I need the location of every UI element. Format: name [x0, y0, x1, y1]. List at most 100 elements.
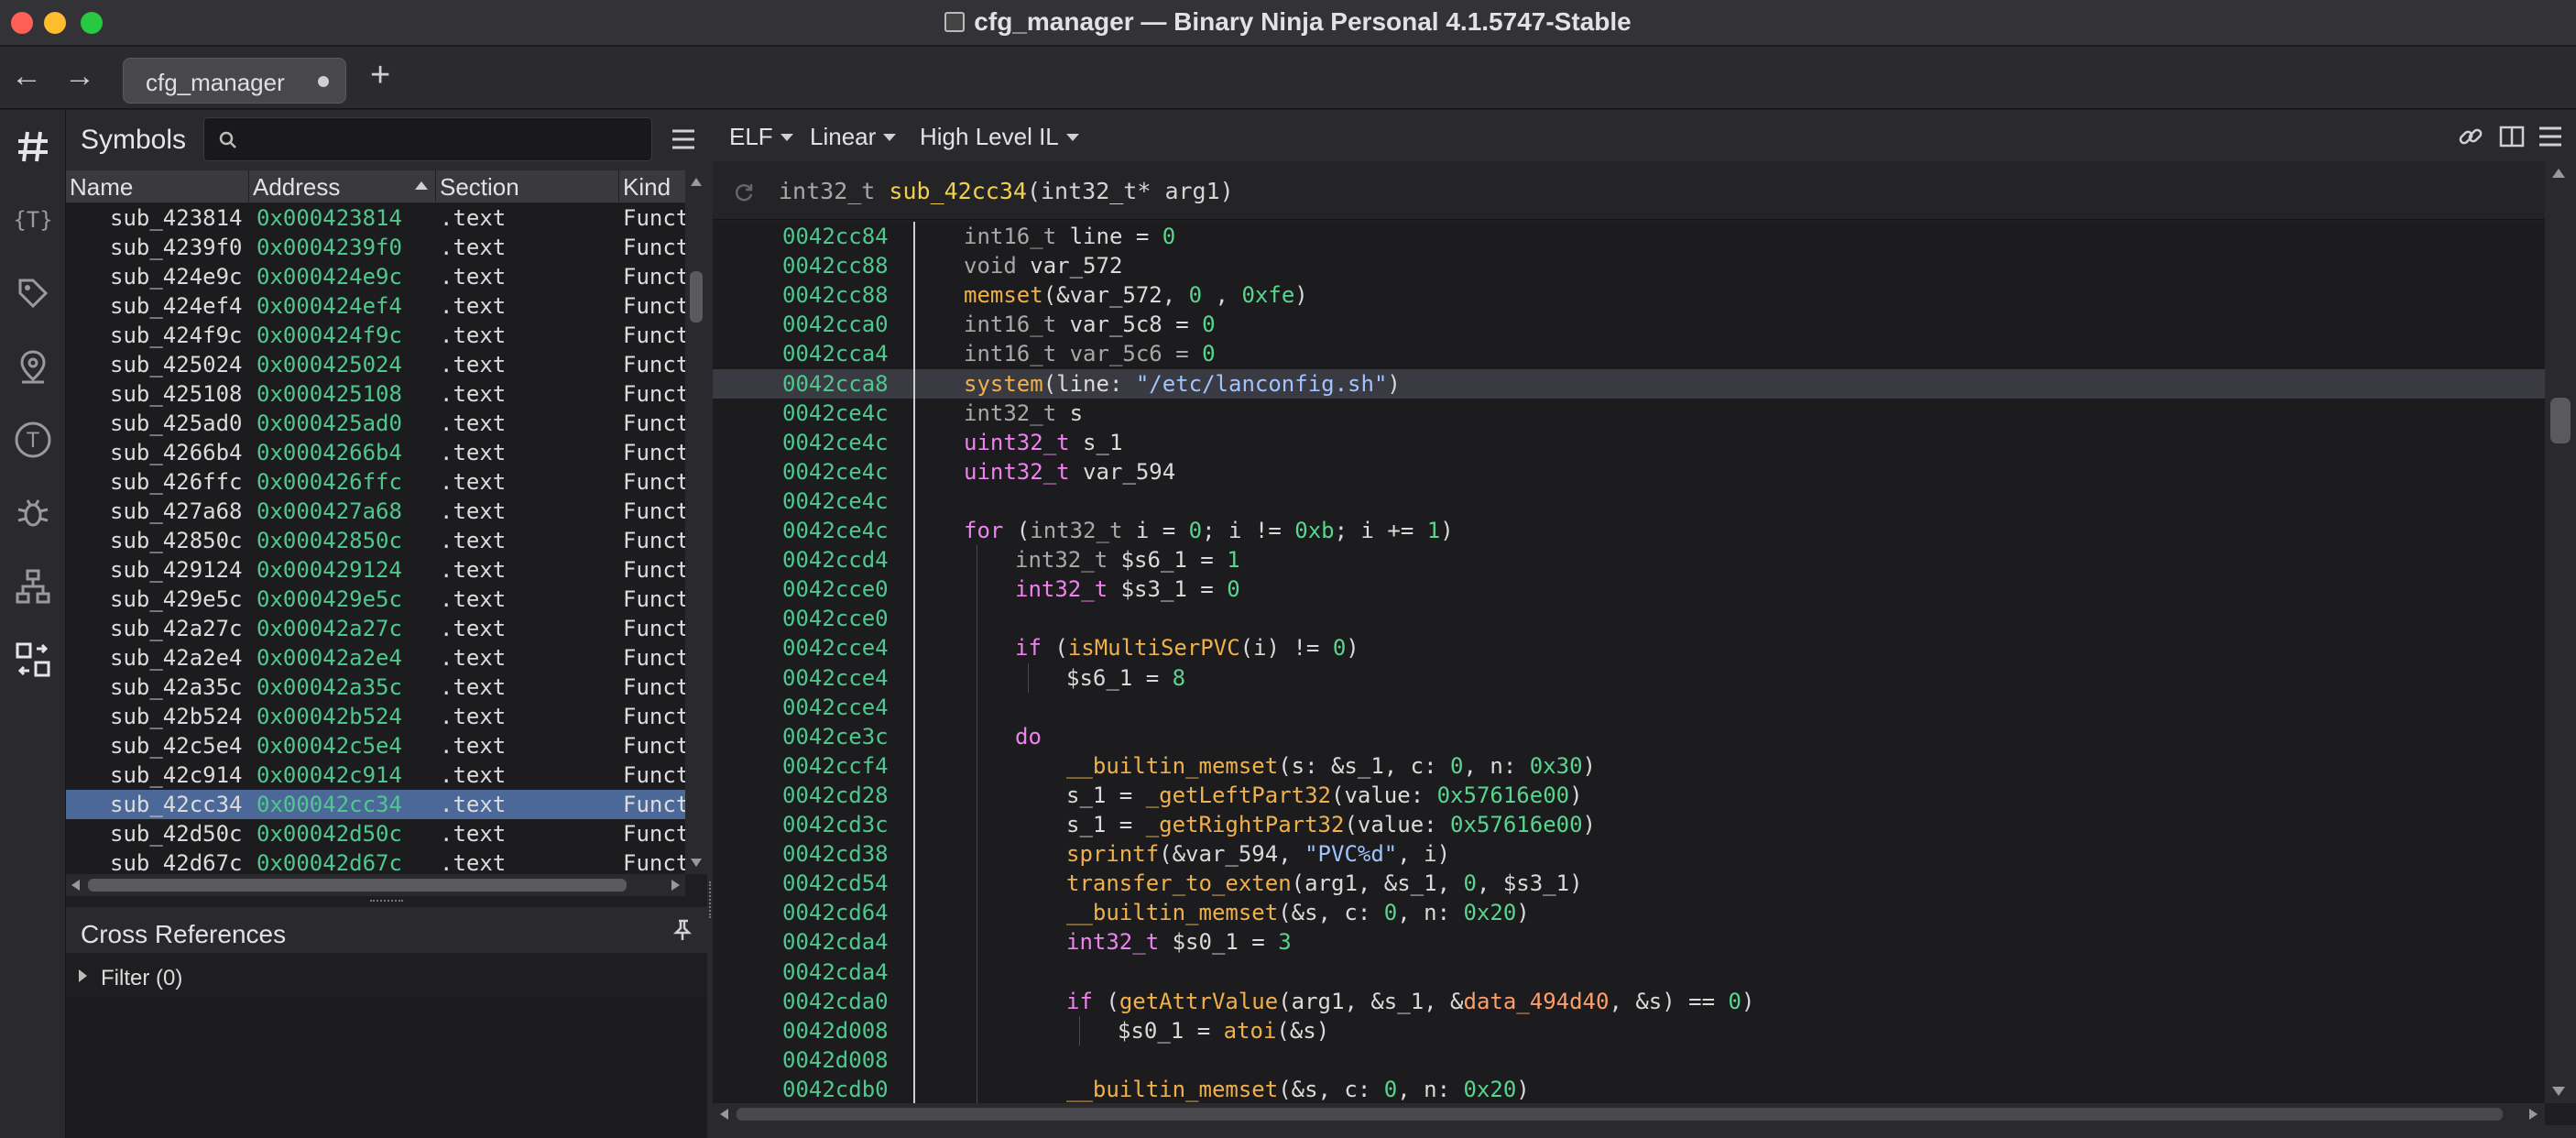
code-line[interactable]: 0042d008: [713, 1045, 2545, 1075]
symbol-row[interactable]: sub_42a27c 0x00042a27c .text Funct: [66, 614, 685, 643]
scroll-up-arrow-icon[interactable]: [2552, 169, 2565, 178]
symbols-horizontal-scrollbar[interactable]: [66, 874, 685, 896]
code-address[interactable]: 0042cd3c: [782, 810, 889, 839]
tags-icon[interactable]: [11, 271, 55, 315]
code-address[interactable]: 0042cda4: [782, 927, 889, 957]
code-line[interactable]: 0042ce4c: [713, 487, 2545, 516]
code-line[interactable]: 0042cce4 $s6_1 = 8: [713, 663, 2545, 693]
symbol-row[interactable]: sub_42850c 0x00042850c .text Funct: [66, 526, 685, 555]
code-address[interactable]: 0042cd64: [782, 898, 889, 927]
code-vertical-scrollbar[interactable]: [2545, 161, 2576, 1103]
code-line[interactable]: 0042cda0 if (getAttrValue(arg1, &s_1, &da…: [713, 987, 2545, 1016]
code-address[interactable]: 0042cca0: [782, 310, 889, 339]
code-line[interactable]: 0042cc88 void var_572: [713, 251, 2545, 280]
code-address[interactable]: 0042ce4c: [782, 399, 889, 428]
code-line[interactable]: 0042cce0 int32_t $s3_1 = 0: [713, 574, 2545, 604]
symbol-row[interactable]: sub_424f9c 0x000424f9c .text Funct: [66, 321, 685, 350]
pane-splitter-grip[interactable]: [709, 881, 711, 918]
code-address[interactable]: 0042cce4: [782, 693, 889, 722]
code-address[interactable]: 0042ce4c: [782, 516, 889, 545]
symbol-row[interactable]: sub_42a2e4 0x00042a2e4 .text Funct: [66, 643, 685, 673]
scroll-up-arrow-icon[interactable]: [691, 178, 702, 186]
symbol-row[interactable]: sub_42d50c 0x00042d50c .text Funct: [66, 819, 685, 848]
code-line[interactable]: 0042cda4: [713, 957, 2545, 987]
tab-cfg-manager[interactable]: cfg_manager: [123, 58, 346, 104]
symbol-row[interactable]: sub_425ad0 0x000425ad0 .text Funct: [66, 409, 685, 438]
h-scrollbar-thumb[interactable]: [737, 1108, 2503, 1121]
code-line[interactable]: 0042d008 $s0_1 = atoi(&s): [713, 1016, 2545, 1045]
link-icon[interactable]: [2457, 123, 2484, 150]
code-line[interactable]: 0042ccf4 __builtin_memset(s: &s_1, c: 0, …: [713, 751, 2545, 781]
code-line[interactable]: 0042ce4c uint32_t s_1: [713, 428, 2545, 457]
code-line[interactable]: 0042cca8 system(line: "/etc/lanconfig.sh"…: [713, 368, 2545, 399]
refresh-icon[interactable]: [733, 181, 755, 203]
code-address[interactable]: 0042cce0: [782, 574, 889, 604]
symbol-row[interactable]: sub_424e9c 0x000424e9c .text Funct: [66, 262, 685, 291]
code-line[interactable]: 0042cd38 sprintf(&var_594, "PVC%d", i): [713, 839, 2545, 869]
code-line[interactable]: 0042ce3c do: [713, 722, 2545, 751]
scrollbar-thumb[interactable]: [690, 271, 703, 323]
symbol-row[interactable]: sub_42c914 0x00042c914 .text Funct: [66, 760, 685, 790]
code-address[interactable]: 0042cca4: [782, 339, 889, 368]
disclosure-triangle-icon[interactable]: [79, 969, 87, 982]
symbol-row[interactable]: sub_426ffc 0x000426ffc .text Funct: [66, 467, 685, 497]
code-address[interactable]: 0042cc88: [782, 280, 889, 310]
code-line[interactable]: 0042cca0 int16_t var_5c8 = 0: [713, 310, 2545, 339]
code-line[interactable]: 0042ce4c uint32_t var_594: [713, 457, 2545, 487]
code-address[interactable]: 0042cd38: [782, 839, 889, 869]
strings-icon[interactable]: T: [11, 418, 55, 462]
column-name[interactable]: Name: [66, 170, 249, 203]
code-address[interactable]: 0042cda0: [782, 987, 889, 1016]
code-line[interactable]: 0042cce4 if (isMultiSerPVC(i) != 0): [713, 633, 2545, 662]
code-horizontal-scrollbar[interactable]: [713, 1103, 2545, 1125]
scroll-down-arrow-icon[interactable]: [2552, 1087, 2565, 1096]
format-dropdown[interactable]: ELF: [729, 123, 793, 151]
code-line[interactable]: 0042cc88 memset(&var_572, 0 , 0xfe): [713, 280, 2545, 310]
symbol-row[interactable]: sub_427a68 0x000427a68 .text Funct: [66, 497, 685, 526]
hierarchy-icon[interactable]: [11, 564, 55, 608]
code-line[interactable]: 0042cdb0 __builtin_memset(&s, c: 0, n: 0x…: [713, 1075, 2545, 1103]
code-line[interactable]: 0042cd3c s_1 = _getRightPart32(value: 0x5…: [713, 810, 2545, 839]
code-address[interactable]: 0042cdb0: [782, 1075, 889, 1103]
symbols-vertical-scrollbar[interactable]: [685, 170, 707, 874]
code-address[interactable]: 0042d008: [782, 1016, 889, 1045]
code-address[interactable]: 0042cce4: [782, 663, 889, 693]
code-line[interactable]: 0042cd28 s_1 = _getLeftPart32(value: 0x57…: [713, 781, 2545, 810]
column-section[interactable]: Section: [436, 170, 619, 203]
cross-references-icon[interactable]: [11, 638, 55, 682]
debugger-bug-icon[interactable]: [11, 491, 55, 535]
function-name[interactable]: sub_42cc34: [889, 178, 1027, 204]
split-view-icon[interactable]: [2499, 125, 2525, 148]
column-address[interactable]: Address: [249, 170, 436, 203]
code-line[interactable]: 0042cce4: [713, 693, 2545, 722]
symbol-row[interactable]: sub_42b524 0x00042b524 .text Funct: [66, 702, 685, 731]
symbol-row[interactable]: sub_42cc34 0x00042cc34 .text Funct: [66, 790, 685, 819]
back-arrow-icon[interactable]: ←: [11, 60, 42, 93]
symbols-hash-icon[interactable]: [11, 125, 55, 169]
pin-icon[interactable]: [671, 918, 694, 942]
scrollbar-thumb[interactable]: [2550, 398, 2571, 443]
hlil-code-view[interactable]: 0042cc84 int16_t line = 0 0042cc88 void var…: [713, 222, 2545, 1103]
hamburger-menu-icon[interactable]: [2538, 125, 2563, 148]
scroll-left-arrow-icon[interactable]: [71, 880, 80, 891]
symbol-row[interactable]: sub_4239f0 0x0004239f0 .text Funct: [66, 233, 685, 262]
code-address[interactable]: 0042cd54: [782, 869, 889, 898]
code-line[interactable]: 0042ccd4 int32_t $s6_1 = 1: [713, 545, 2545, 574]
code-address[interactable]: 0042cce4: [782, 633, 889, 662]
symbol-row[interactable]: sub_424ef4 0x000424ef4 .text Funct: [66, 291, 685, 321]
symbol-row[interactable]: sub_423814 0x000423814 .text Funct: [66, 203, 685, 233]
symbol-row[interactable]: sub_42c5e4 0x00042c5e4 .text Funct: [66, 731, 685, 760]
code-line[interactable]: 0042ce4c for (int32_t i = 0; i != 0xb; i …: [713, 516, 2545, 545]
scroll-right-arrow-icon[interactable]: [2529, 1109, 2538, 1120]
code-address[interactable]: 0042d008: [782, 1045, 889, 1075]
symbol-row[interactable]: sub_42a35c 0x00042a35c .text Funct: [66, 673, 685, 702]
code-line[interactable]: 0042cc84 int16_t line = 0: [713, 222, 2545, 251]
code-address[interactable]: 0042ce4c: [782, 428, 889, 457]
code-line[interactable]: 0042cd54 transfer_to_exten(arg1, &s_1, 0,…: [713, 869, 2545, 898]
code-address[interactable]: 0042cd28: [782, 781, 889, 810]
code-address[interactable]: 0042ce4c: [782, 487, 889, 516]
h-scrollbar-thumb[interactable]: [88, 879, 627, 892]
symbol-row[interactable]: sub_4266b4 0x0004266b4 .text Funct: [66, 438, 685, 467]
code-line[interactable]: 0042cda4 int32_t $s0_1 = 3: [713, 927, 2545, 957]
layout-dropdown[interactable]: Linear: [810, 123, 897, 151]
